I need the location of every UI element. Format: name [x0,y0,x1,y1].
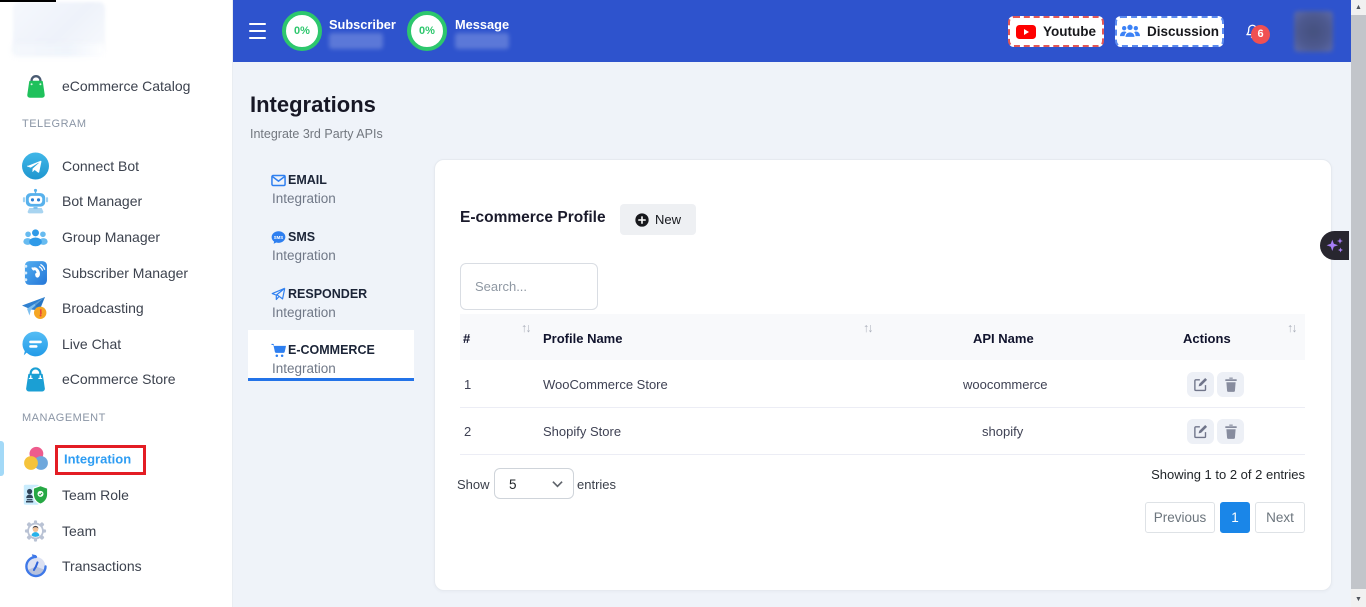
svg-text:SMS: SMS [274,235,284,240]
